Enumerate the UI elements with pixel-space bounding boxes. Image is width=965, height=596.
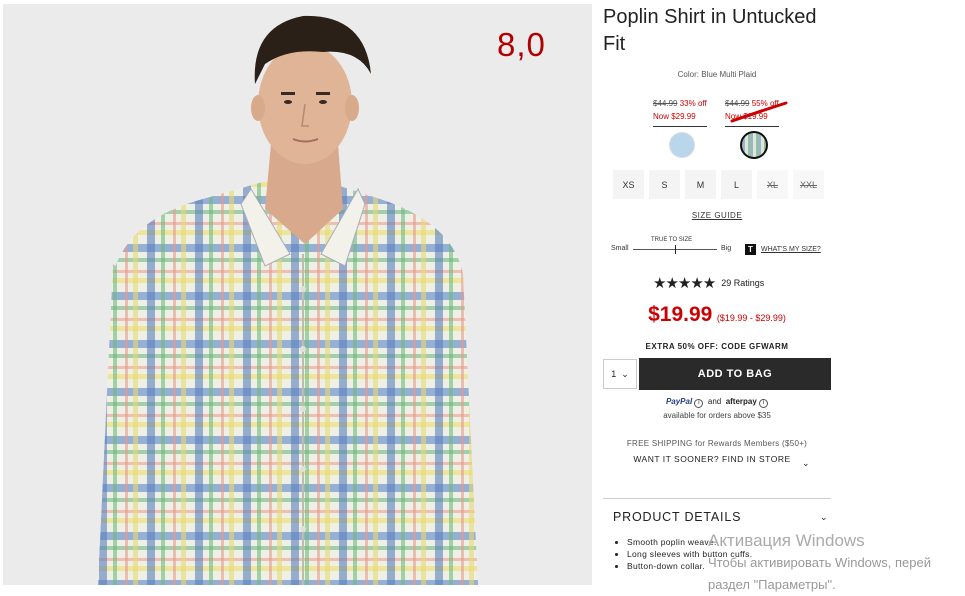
now-price: Now $29.99 <box>653 112 696 121</box>
product-title-line1: Poplin Shirt in Untucked <box>603 6 817 28</box>
price-block: $19.99 ($19.99 - $29.99) <box>603 303 831 327</box>
chevron-down-icon[interactable]: ⌄ <box>802 458 810 469</box>
watermark-line3: раздел "Параметры". <box>708 577 836 592</box>
discount: 33% off <box>679 99 707 108</box>
chevron-down-icon[interactable]: ⌄ <box>820 512 828 523</box>
add-to-bag-button[interactable]: ADD TO BAG <box>639 358 831 390</box>
size-guide-link[interactable]: SIZE GUIDE <box>603 211 831 220</box>
swatch-light-blue[interactable] <box>669 132 695 158</box>
afterpay-logo[interactable]: afterpay <box>726 397 757 406</box>
info-icon[interactable]: i <box>759 399 769 408</box>
ratings-count: 29 Ratings <box>721 278 765 288</box>
windows-activation-watermark: Активация Windows Чтобы активировать Win… <box>708 530 965 596</box>
product-details-heading[interactable]: PRODUCT DETAILS <box>613 510 741 524</box>
payment-options: PayPal i and afterpay i available for or… <box>603 397 831 420</box>
payment-availability: available for orders above $35 <box>663 411 771 420</box>
fit-big-label: Big <box>721 245 732 252</box>
free-shipping-text: FREE SHIPPING for Rewards Members ($50+) <box>626 439 808 448</box>
find-in-store-toggle[interactable]: WANT IT SOONER? FIND IN STORE <box>633 454 791 464</box>
size-s[interactable]: S <box>649 170 680 199</box>
size-xxl-unavailable[interactable]: XXL <box>793 170 824 199</box>
price-range: ($19.99 - $29.99) <box>716 313 786 323</box>
fit-scale-marker <box>675 245 676 254</box>
info-icon[interactable]: i <box>694 399 704 408</box>
payment-and: and <box>707 397 722 406</box>
swatch-price-light-blue: $44.99 33% off Now $29.99 <box>653 97 707 127</box>
product-title-line2: Fit <box>603 33 626 55</box>
watermark-line1: Активация Windows <box>708 531 865 550</box>
star-rating-icon: ★★★★★ <box>653 275 716 292</box>
product-title: Poplin Shirt in Untucked Fit <box>603 4 843 58</box>
watermark-line2: Чтобы активировать Windows, перей <box>708 555 932 570</box>
product-panel: Poplin Shirt in Untucked Fit Color: Blue… <box>603 0 831 585</box>
size-xl-unavailable[interactable]: XL <box>757 170 788 199</box>
truefit-logo-icon: T <box>745 244 756 255</box>
fit-scale: Small TRUE TO SIZE Big T WHAT'S MY SIZE? <box>611 236 836 260</box>
red-scribble-mark <box>730 101 788 123</box>
size-xs[interactable]: XS <box>613 170 644 199</box>
size-selector: XS S M L XL XXL <box>613 170 824 199</box>
paypal-logo[interactable]: PayPal <box>666 397 692 406</box>
model-photo-illustration <box>3 4 592 585</box>
divider <box>603 498 831 499</box>
overlay-score: 8,0 <box>497 26 546 63</box>
whats-my-size-link[interactable]: WHAT'S MY SIZE? <box>761 246 821 253</box>
chevron-down-icon: ⌄ <box>621 368 629 379</box>
quantity-select[interactable]: 1 ⌄ <box>603 359 637 389</box>
size-m[interactable]: M <box>685 170 716 199</box>
size-l[interactable]: L <box>721 170 752 199</box>
old-price: $44.99 <box>653 99 678 108</box>
fit-small-label: Small <box>611 245 629 252</box>
swatch-blue-multi-plaid-selected[interactable] <box>740 131 768 159</box>
ratings[interactable]: ★★★★★ 29 Ratings <box>653 274 764 292</box>
product-image[interactable] <box>3 4 592 585</box>
quantity-value: 1 <box>611 369 617 379</box>
fit-true-to-size-label: TRUE TO SIZE <box>651 237 693 243</box>
promo-code: EXTRA 50% OFF: CODE GFWARM <box>645 342 789 351</box>
color-label: Color: Blue Multi Plaid <box>677 70 757 79</box>
current-price: $19.99 <box>648 303 713 326</box>
